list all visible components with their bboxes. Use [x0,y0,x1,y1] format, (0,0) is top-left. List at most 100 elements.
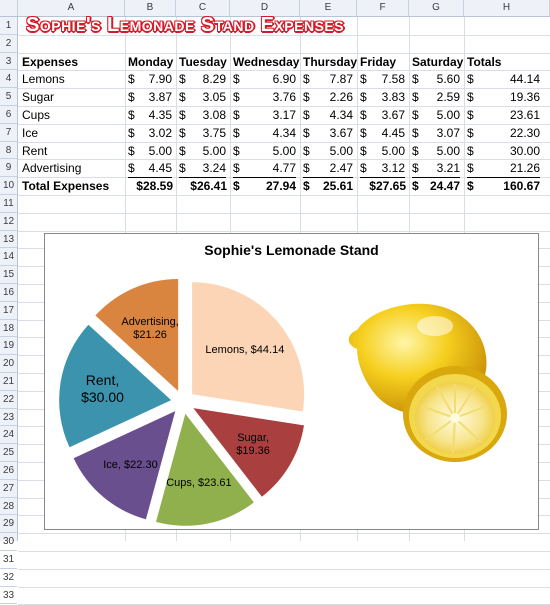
total-expense-cell[interactable]: $27.94 [233,177,296,194]
row-header-3[interactable]: 3 [0,53,17,71]
row-header-17[interactable]: 17 [0,302,17,320]
total-cell[interactable]: $44.14 [467,70,540,87]
expense-cell[interactable]: $5.60 [412,70,460,87]
expense-cell[interactable]: $4.34 [303,106,353,123]
expense-cell[interactable]: $3.83 [360,88,405,105]
expense-cell[interactable]: $3.21 [412,159,460,176]
header-friday[interactable]: Friday [360,53,412,70]
expense-cell[interactable]: $7.87 [303,70,353,87]
column-header-h[interactable]: H [464,0,550,16]
expense-cell[interactable]: $5.00 [412,106,460,123]
total-expense-cell[interactable]: $25.61 [303,177,353,194]
total-expense-cell[interactable]: $27.65 [360,177,406,194]
header-thursday[interactable]: Thursday [303,53,360,70]
total-expense-cell[interactable]: $28.59 [128,177,173,194]
expense-cell[interactable]: $3.76 [233,88,296,105]
expense-cell[interactable]: $3.67 [303,124,353,141]
header-saturday[interactable]: Saturday [412,53,467,70]
expense-cell[interactable]: $7.58 [360,70,405,87]
expense-cell[interactable]: $4.34 [233,124,296,141]
row-header-33[interactable]: 33 [0,587,17,605]
expense-cell[interactable]: $3.17 [233,106,296,123]
expense-cell[interactable]: $7.90 [128,70,172,87]
expense-cell[interactable]: $8.29 [179,70,226,87]
expense-label[interactable]: Ice [22,124,125,141]
expense-cell[interactable]: $3.05 [179,88,226,105]
expense-cell[interactable]: $4.35 [128,106,172,123]
row-header-31[interactable]: 31 [0,551,17,569]
expense-cell[interactable]: $2.47 [303,159,353,176]
total-expense-cell[interactable]: $26.41 [179,177,227,194]
row-header-32[interactable]: 32 [0,569,17,587]
row-header-16[interactable]: 16 [0,284,17,302]
header-expenses[interactable]: Expenses [22,53,125,70]
row-header-29[interactable]: 29 [0,515,17,534]
total-expense-cell[interactable]: $24.47 [412,177,460,194]
row-header-22[interactable]: 22 [0,391,17,409]
expense-cell[interactable]: $5.00 [233,142,296,159]
row-header-23[interactable]: 23 [0,409,17,427]
expense-cell[interactable]: $4.77 [233,159,296,176]
expense-cell[interactable]: $3.75 [179,124,226,141]
header-monday[interactable]: Monday [128,53,179,70]
row-header-1[interactable]: 1 [0,17,17,35]
expense-label[interactable]: Cups [22,106,125,123]
row-header-21[interactable]: 21 [0,373,17,391]
expense-cell[interactable]: $5.00 [128,142,172,159]
row-header-26[interactable]: 26 [0,462,17,480]
total-cell[interactable]: $30.00 [467,142,540,159]
expense-cell[interactable]: $5.00 [412,142,460,159]
total-cell[interactable]: $22.30 [467,124,540,141]
row-header-19[interactable]: 19 [0,337,17,356]
column-header-g[interactable]: G [409,0,464,16]
expense-cell[interactable]: $5.00 [303,142,353,159]
total-cell[interactable]: $21.26 [467,159,540,176]
expense-cell[interactable]: $4.45 [360,124,405,141]
row-header-4[interactable]: 4 [0,70,17,89]
row-header-30[interactable]: 30 [0,533,17,551]
row-header-6[interactable]: 6 [0,106,17,124]
row-header-5[interactable]: 5 [0,88,17,106]
expense-label[interactable]: Lemons [22,70,125,87]
row-header-9[interactable]: 9 [0,159,17,178]
expense-cell[interactable]: $3.24 [179,159,226,176]
expense-cell[interactable]: $2.26 [303,88,353,105]
expense-cell[interactable]: $2.59 [412,88,460,105]
row-header-18[interactable]: 18 [0,320,17,338]
expense-label[interactable]: Advertising [22,159,125,176]
grand-total-cell[interactable]: $160.67 [467,177,540,194]
expense-cell[interactable]: $3.07 [412,124,460,141]
row-header-13[interactable]: 13 [0,231,17,249]
total-cell[interactable]: $19.36 [467,88,540,105]
row-header-20[interactable]: 20 [0,355,17,373]
expense-cell[interactable]: $3.12 [360,159,405,176]
row-header-14[interactable]: 14 [0,248,17,267]
expense-label[interactable]: Rent [22,142,125,159]
row-header-15[interactable]: 15 [0,266,17,284]
row-header-8[interactable]: 8 [0,142,17,160]
row-header-27[interactable]: 27 [0,480,17,498]
row-header-28[interactable]: 28 [0,498,17,516]
row-header-10[interactable]: 10 [0,177,17,195]
expense-cell[interactable]: $5.00 [360,142,405,159]
expense-cell[interactable]: $4.45 [128,159,172,176]
expense-cell[interactable]: $3.02 [128,124,172,141]
row-header-7[interactable]: 7 [0,124,17,142]
total-cell[interactable]: $23.61 [467,106,540,123]
expense-cell[interactable]: $3.67 [360,106,405,123]
select-all-corner[interactable] [0,0,18,16]
expense-label[interactable]: Sugar [22,88,125,105]
expense-cell[interactable]: $3.08 [179,106,226,123]
header-wednesday[interactable]: Wednesday [233,53,303,70]
row-header-2[interactable]: 2 [0,35,17,53]
total-expenses-label[interactable]: Total Expenses [22,177,125,194]
pie-chart[interactable]: Sophie's Lemonade Stand Lemons, $44.14 Su… [44,233,539,530]
expense-cell[interactable]: $6.90 [233,70,296,87]
row-header-25[interactable]: 25 [0,444,17,462]
row-header-11[interactable]: 11 [0,195,17,213]
column-header-f[interactable]: F [357,0,409,16]
row-header-12[interactable]: 12 [0,213,17,231]
expense-cell[interactable]: $5.00 [179,142,226,159]
header-tuesday[interactable]: Tuesday [179,53,233,70]
expense-cell[interactable]: $3.87 [128,88,172,105]
